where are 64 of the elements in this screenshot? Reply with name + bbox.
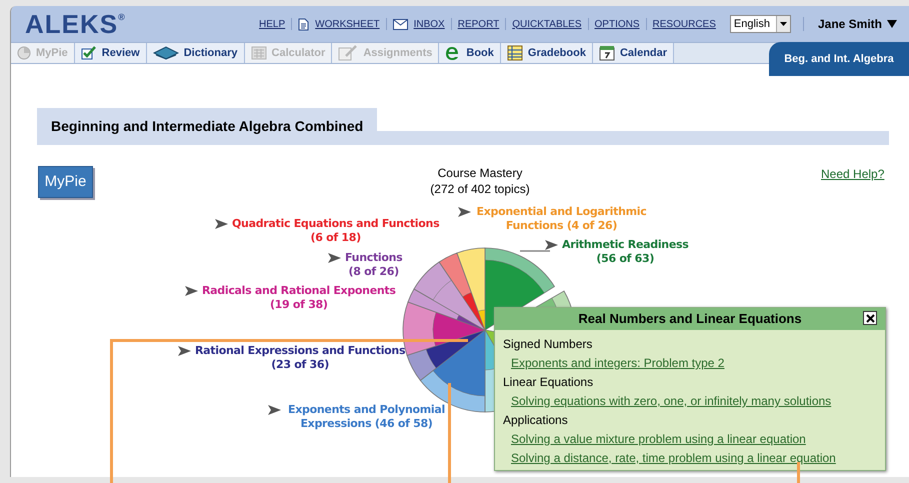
topic-link[interactable]: Exponents and integers: Problem type 2 <box>511 354 724 373</box>
pie-icon <box>17 46 31 60</box>
checkmark-icon <box>80 46 97 60</box>
document-icon <box>298 18 310 30</box>
header-link[interactable]: OPTIONS <box>594 16 640 32</box>
header-link[interactable]: WORKSHEET <box>315 16 380 32</box>
arrow-icon <box>268 405 281 415</box>
nav-tab[interactable]: Review <box>74 43 147 63</box>
topic-link[interactable]: Solving a distance, rate, time problem using a linear equation <box>511 449 836 468</box>
calculator-icon <box>250 46 267 60</box>
dropdown-caret-icon <box>780 22 787 26</box>
arrow-icon <box>328 253 341 263</box>
user-menu[interactable]: Jane Smith <box>818 15 897 33</box>
arrow-icon <box>545 240 558 250</box>
nav-tab[interactable]: Book <box>439 43 501 63</box>
arrow-icon <box>185 286 198 296</box>
dropdown-caret-icon <box>887 20 897 28</box>
language-select[interactable]: English <box>730 15 791 33</box>
close-button[interactable] <box>863 311 877 325</box>
arrow-icon <box>178 346 191 356</box>
topic-name: Rational Expressions and Functions <box>195 344 406 358</box>
logo: ALEKS <box>25 11 118 37</box>
help-link[interactable]: Need Help? <box>821 165 884 183</box>
nav-tab[interactable]: Calendar <box>592 43 674 63</box>
topic-count: (6 of 18) <box>310 231 361 245</box>
topic-name: Quadratic Equations and Functions <box>232 217 440 231</box>
topics-count: (272 of 402 topics) <box>430 181 530 197</box>
topic-link[interactable]: Solving a value mixture problem using a linear equation <box>511 430 806 449</box>
arrow-icon <box>458 207 471 217</box>
arrow-icon <box>215 219 228 229</box>
popup-title: Real Numbers and Linear Equations <box>578 310 802 328</box>
topic-link[interactable]: Solving equations with zero, one, or infinitely many solutions <box>511 392 832 411</box>
section-heading: Applications <box>503 412 569 429</box>
nav-tab[interactable]: Dictionary <box>146 43 245 63</box>
topic-count: (19 of 38) <box>270 298 328 312</box>
header-link[interactable]: HELP <box>259 16 286 32</box>
registered-mark: ® <box>118 11 125 24</box>
topic-label: Exponents and Polynomial Expressions (46 of 58) <box>287 403 446 431</box>
topic-count: (8 of 26) <box>348 265 399 279</box>
chart-title: Course Mastery <box>438 165 522 181</box>
mypie-button[interactable]: MyPie <box>38 166 93 198</box>
pie-slice[interactable] <box>456 248 486 330</box>
topic-count: (56 of 63) <box>596 252 654 266</box>
section-heading: Linear Equations <box>503 374 594 391</box>
topic-count: (23 of 36) <box>271 358 329 372</box>
pencil-icon <box>338 45 358 61</box>
header-link[interactable]: QUICKTABLES <box>512 16 582 32</box>
page-title: Beginning and Intermediate Algebra Combined <box>37 108 378 145</box>
gradebook-icon <box>506 45 523 61</box>
topic-name: Arithmetic Readiness <box>562 238 688 252</box>
leader-line <box>520 249 550 253</box>
header-link[interactable]: REPORT <box>458 16 500 32</box>
envelope-icon <box>392 18 408 30</box>
course-tab[interactable]: Beg. and Int. Algebra <box>769 42 909 76</box>
header-link[interactable]: RESOURCES <box>652 16 716 32</box>
nav-tab[interactable]: Gradebook <box>500 43 593 63</box>
topic-label: Exponential and Logarithmic Functions (4 of 26) <box>476 205 648 233</box>
book-icon <box>152 46 179 60</box>
section-heading: Signed Numbers <box>503 336 594 353</box>
topic-name: Functions <box>345 251 402 265</box>
header-link[interactable]: INBOX <box>414 16 445 32</box>
calendar-icon <box>598 45 615 61</box>
close-icon <box>866 314 874 322</box>
topic-name: Radicals and Rational Exponents <box>202 284 396 298</box>
